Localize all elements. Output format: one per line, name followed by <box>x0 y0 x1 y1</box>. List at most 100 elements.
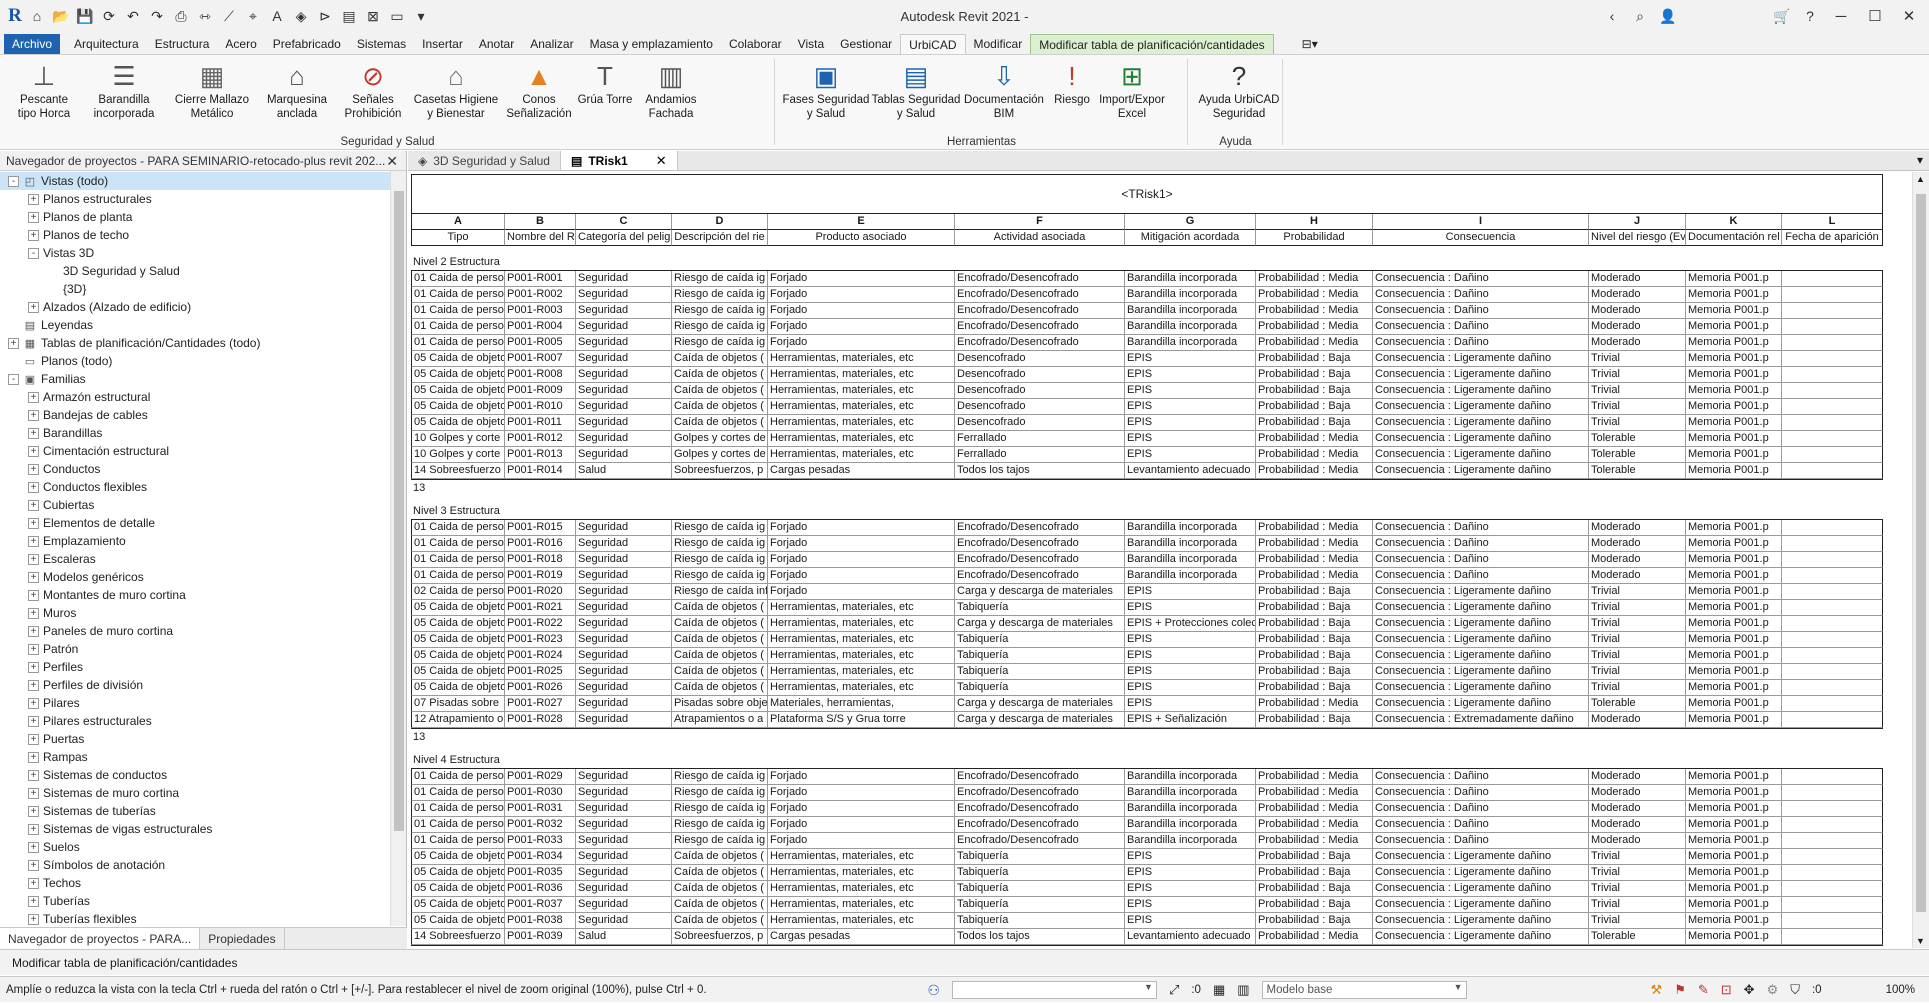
table-cell[interactable]: Probabilidad : Media <box>1256 833 1373 849</box>
table-cell[interactable]: Sobreesfuerzos, p <box>672 929 768 945</box>
table-cell[interactable]: Seguridad <box>576 568 672 584</box>
table-cell[interactable]: Seguridad <box>576 584 672 600</box>
binoculars-icon[interactable]: ⌕ <box>1629 5 1651 27</box>
table-row[interactable]: 01 Caida de perso P001-R030 Seguridad Riesg… <box>411 785 1883 801</box>
table-cell[interactable]: 01 Caida de perso <box>411 287 505 303</box>
table-cell[interactable]: P001-R035 <box>505 865 576 881</box>
table-cell[interactable]: Probabilidad : Media <box>1256 552 1373 568</box>
table-cell[interactable]: Probabilidad : Media <box>1256 785 1373 801</box>
ribbon-button-ayuda-urbicad-seguridad[interactable]: ? Ayuda UrbiCAD Seguridad <box>1194 59 1284 133</box>
table-cell[interactable]: Probabilidad : Baja <box>1256 648 1373 664</box>
table-cell[interactable]: 05 Caida de objeto <box>411 913 505 929</box>
table-cell[interactable]: Memoria P001.p <box>1686 552 1782 568</box>
expand-icon[interactable]: + <box>28 229 39 241</box>
table-cell[interactable]: Herramientas, materiales, etc <box>768 648 955 664</box>
table-cell[interactable]: Levantamiento adecuado <box>1125 463 1256 479</box>
table-cell[interactable]: Carga y descarga de materiales <box>955 616 1125 632</box>
table-cell[interactable] <box>1782 664 1883 680</box>
view-tabs-overflow-icon[interactable]: ▾ <box>1917 153 1923 167</box>
table-cell[interactable]: Probabilidad : Media <box>1256 929 1373 945</box>
table-cell[interactable]: Barandilla incorporada <box>1125 769 1256 785</box>
table-cell[interactable]: Memoria P001.p <box>1686 584 1782 600</box>
scroll-up-icon[interactable]: ▲ <box>1916 174 1925 184</box>
tag-icon[interactable]: ⌖ <box>242 5 264 27</box>
table-cell[interactable]: Seguridad <box>576 680 672 696</box>
workset-combo[interactable]: ▼ <box>951 981 1157 999</box>
table-cell[interactable]: 05 Caida de objeto <box>411 383 505 399</box>
close-window-icon[interactable]: ✕ <box>1895 2 1923 30</box>
table-cell[interactable]: 14 Sobreesfuerzo <box>411 929 505 945</box>
table-cell[interactable]: Plataforma S/S y Grua torre <box>768 712 955 728</box>
column-letter[interactable]: I <box>1373 214 1589 230</box>
table-cell[interactable] <box>1782 367 1883 383</box>
tree-item-paneles-de-muro-cortina[interactable]: + Paneles de muro cortina <box>0 622 390 640</box>
table-cell[interactable]: P001-R016 <box>505 536 576 552</box>
table-cell[interactable] <box>1782 335 1883 351</box>
column-letter[interactable]: K <box>1686 214 1782 230</box>
table-cell[interactable]: Riesgo de caída ig <box>672 536 768 552</box>
table-cell[interactable]: Consecuencia : Dañino <box>1373 536 1589 552</box>
table-cell[interactable]: Probabilidad : Media <box>1256 520 1373 536</box>
table-cell[interactable]: Moderado <box>1589 712 1686 728</box>
tree-item-conductos[interactable]: + Conductos <box>0 460 390 478</box>
tree-item-patron[interactable]: + Patrón <box>0 640 390 658</box>
table-cell[interactable]: Consecuencia : Ligeramente dañino <box>1373 351 1589 367</box>
table-cell[interactable]: Forjado <box>768 335 955 351</box>
table-cell[interactable]: Memoria P001.p <box>1686 463 1782 479</box>
table-cell[interactable]: Encofrado/Desencofrado <box>955 536 1125 552</box>
table-cell[interactable]: EPIS <box>1125 399 1256 415</box>
table-cell[interactable]: Tabiquería <box>955 680 1125 696</box>
table-cell[interactable]: Carga y descarga de materiales <box>955 696 1125 712</box>
tab-urbicad[interactable]: UrbiCAD <box>900 34 966 54</box>
expand-icon[interactable]: + <box>28 409 39 421</box>
expand-icon[interactable]: + <box>28 769 39 781</box>
table-cell[interactable]: Levantamiento adecuado <box>1125 929 1256 945</box>
table-cell[interactable]: P001-R014 <box>505 463 576 479</box>
table-cell[interactable] <box>1782 383 1883 399</box>
column-header[interactable]: Consecuencia <box>1373 230 1589 246</box>
table-row[interactable]: 01 Caida de perso P001-R019 Seguridad Riesg… <box>411 568 1883 584</box>
redo-icon[interactable]: ↷ <box>146 5 168 27</box>
table-cell[interactable] <box>1782 769 1883 785</box>
column-letter[interactable]: C <box>576 214 672 230</box>
table-row[interactable]: 14 Sobreesfuerzo P001-R014 Salud Sobreesfue… <box>411 463 1883 479</box>
table-cell[interactable]: Probabilidad : Media <box>1256 801 1373 817</box>
table-cell[interactable]: Consecuencia : Ligeramente dañino <box>1373 881 1589 897</box>
table-cell[interactable]: Probabilidad : Baja <box>1256 399 1373 415</box>
table-cell[interactable]: Moderado <box>1589 271 1686 287</box>
table-cell[interactable]: Probabilidad : Media <box>1256 463 1373 479</box>
tree-item-planos-todo[interactable]: ▭ Planos (todo) <box>0 352 390 370</box>
table-cell[interactable]: 10 Golpes y corte <box>411 447 505 463</box>
tree-item-alzados-alzado-de-edificio[interactable]: + Alzados (Alzado de edificio) <box>0 298 390 316</box>
table-cell[interactable]: Encofrado/Desencofrado <box>955 769 1125 785</box>
table-cell[interactable]: P001-R013 <box>505 447 576 463</box>
table-cell[interactable]: P001-R039 <box>505 929 576 945</box>
table-cell[interactable]: EPIS <box>1125 431 1256 447</box>
table-cell[interactable]: P001-R010 <box>505 399 576 415</box>
close-tab-icon[interactable]: ✕ <box>656 153 667 169</box>
table-cell[interactable]: Memoria P001.p <box>1686 271 1782 287</box>
table-cell[interactable]: Caída de objetos ( <box>672 648 768 664</box>
expand-icon[interactable]: + <box>28 679 39 691</box>
table-cell[interactable]: 05 Caida de objeto <box>411 415 505 431</box>
table-cell[interactable]: Seguridad <box>576 648 672 664</box>
table-row[interactable]: 05 Caida de objeto P001-R022 Seguridad Caíd… <box>411 616 1883 632</box>
table-cell[interactable]: Probabilidad : Media <box>1256 447 1373 463</box>
table-cell[interactable]: Consecuencia : Ligeramente dañino <box>1373 632 1589 648</box>
table-cell[interactable]: Consecuencia : Dañino <box>1373 287 1589 303</box>
user-icon[interactable]: 👤 <box>1657 5 1679 27</box>
table-cell[interactable] <box>1782 319 1883 335</box>
column-letter[interactable]: G <box>1125 214 1256 230</box>
table-cell[interactable]: Memoria P001.p <box>1686 367 1782 383</box>
table-cell[interactable]: P001-R031 <box>505 801 576 817</box>
tab-analizar[interactable]: Analizar <box>522 34 581 54</box>
table-cell[interactable]: Riesgo de caída ig <box>672 769 768 785</box>
table-cell[interactable]: EPIS <box>1125 367 1256 383</box>
table-cell[interactable]: Probabilidad : Media <box>1256 319 1373 335</box>
table-cell[interactable]: Probabilidad : Media <box>1256 431 1373 447</box>
table-cell[interactable]: Forjado <box>768 801 955 817</box>
table-cell[interactable]: Moderado <box>1589 520 1686 536</box>
minimize-icon[interactable]: ─ <box>1827 2 1855 30</box>
tab-sistemas[interactable]: Sistemas <box>349 34 414 54</box>
table-cell[interactable]: Consecuencia : Dañino <box>1373 271 1589 287</box>
